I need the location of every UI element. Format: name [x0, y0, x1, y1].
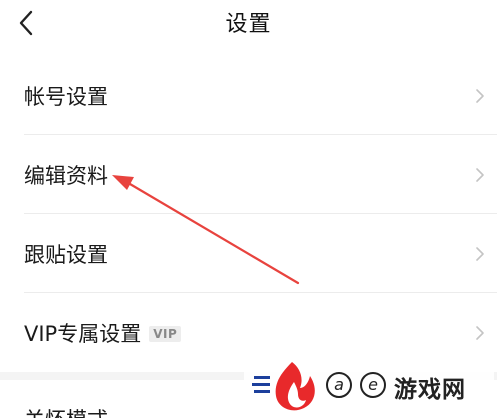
chevron-right-icon	[476, 167, 484, 182]
watermark-text: 游戏网	[394, 377, 466, 403]
settings-list: 帐号设置 编辑资料 跟贴设置 VIP专属设置 VIP	[0, 56, 497, 372]
watermark-circle-a: a	[326, 372, 352, 398]
watermark: a e 游戏网	[244, 358, 494, 416]
chevron-right-icon	[476, 88, 484, 103]
chevron-right-icon	[476, 325, 484, 340]
settings-item-comment[interactable]: 跟贴设置	[0, 214, 497, 293]
page-title: 设置	[225, 12, 272, 37]
settings-item-label: 关怀模式	[24, 404, 108, 418]
settings-item-label: 跟贴设置	[24, 242, 108, 267]
settings-item-label: 编辑资料	[24, 163, 108, 188]
settings-item-edit-profile[interactable]: 编辑资料	[0, 135, 497, 214]
flame-logo-icon	[252, 362, 315, 411]
settings-item-account[interactable]: 帐号设置	[0, 56, 497, 135]
settings-item-label: VIP专属设置 VIP	[24, 318, 182, 348]
watermark-circle-e: e	[360, 372, 386, 398]
vip-settings-text: VIP专属设置	[24, 321, 142, 346]
vip-badge: VIP	[149, 325, 182, 342]
settings-screen: 设置 帐号设置 编辑资料 跟贴设置 VIP专属设置 VIP a e 游戏网	[0, 0, 497, 418]
header: 设置	[0, 0, 497, 50]
settings-item-label: 帐号设置	[24, 84, 108, 109]
chevron-right-icon	[476, 246, 484, 261]
